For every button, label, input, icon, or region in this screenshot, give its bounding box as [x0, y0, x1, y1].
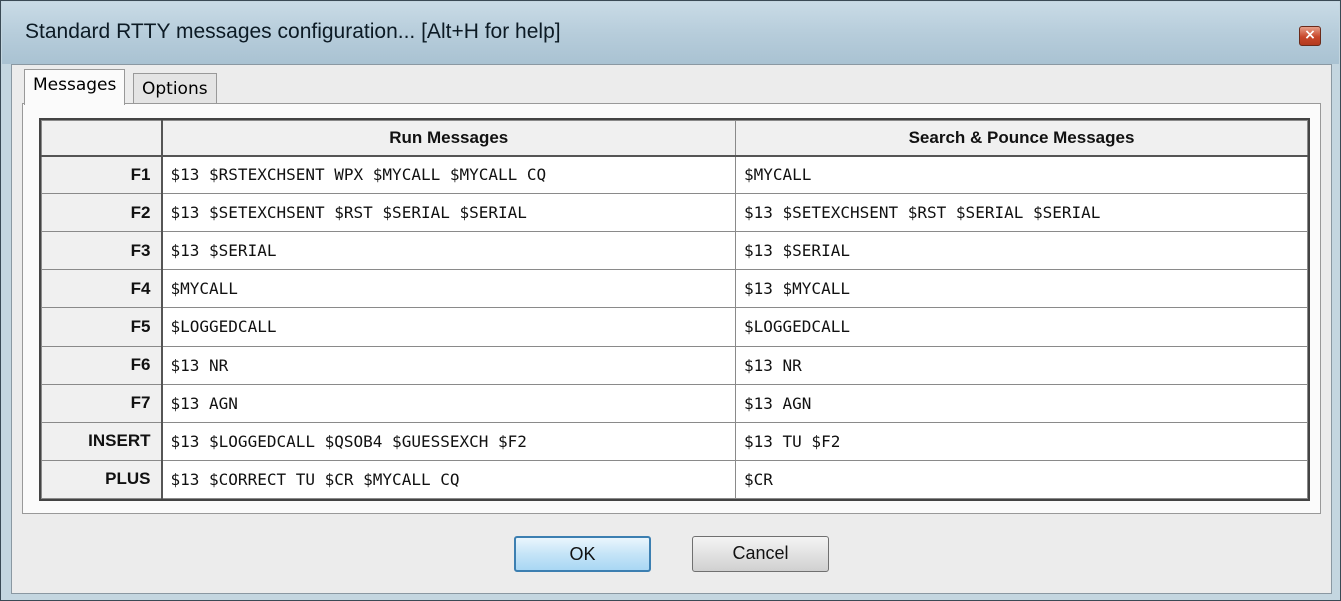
table-row: F1 $13 $RSTEXCHSENT WPX $MYCALL $MYCALL C… [41, 154, 1308, 195]
run-message-cell[interactable]: $13 NR [161, 345, 736, 385]
sp-message-cell[interactable]: $13 $SERIAL [735, 231, 1308, 271]
table-row: F2 $13 $SETEXCHSENT $RST $SERIAL $SERIAL $… [41, 193, 1308, 233]
run-message-cell[interactable]: $13 $SETEXCHSENT $RST $SERIAL $SERIAL [161, 193, 736, 233]
run-message-cell[interactable]: $MYCALL [161, 269, 736, 309]
sp-message-cell[interactable]: $13 NR [735, 345, 1308, 385]
title-bar[interactable]: Standard RTTY messages configuration... … [2, 2, 1339, 64]
grid-header-row: Run Messages Search & Pounce Messages [41, 120, 1308, 157]
run-message-cell[interactable]: $13 $SERIAL [161, 231, 736, 271]
close-button[interactable]: × [1299, 26, 1321, 46]
messages-grid: Run Messages Search & Pounce Messages F1… [39, 118, 1310, 501]
run-message-cell[interactable]: $13 AGN [161, 383, 736, 423]
row-key-label: F3 [41, 231, 163, 271]
sp-message-cell[interactable]: $13 $MYCALL [735, 269, 1308, 309]
row-key-label: F6 [41, 345, 163, 385]
run-message-cell[interactable]: $13 $LOGGEDCALL $QSOB4 $GUESSEXCH $F2 [161, 421, 736, 461]
cancel-button[interactable]: Cancel [692, 536, 829, 572]
row-key-label: F2 [41, 193, 163, 233]
row-key-label: INSERT [41, 421, 163, 461]
row-key-label: F5 [41, 307, 163, 347]
run-message-cell[interactable]: $LOGGEDCALL [161, 307, 736, 347]
sp-message-cell[interactable]: $MYCALL [735, 154, 1308, 195]
sp-message-cell[interactable]: $13 AGN [735, 383, 1308, 423]
table-row: F5 $LOGGEDCALL $LOGGEDCALL [41, 307, 1308, 347]
table-row: F6 $13 NR $13 NR [41, 345, 1308, 385]
messages-panel: Run Messages Search & Pounce Messages F1… [22, 103, 1321, 514]
row-key-label: F4 [41, 269, 163, 309]
window-title: Standard RTTY messages configuration... … [25, 20, 561, 43]
sp-message-cell[interactable]: $LOGGEDCALL [735, 307, 1308, 347]
sp-message-cell[interactable]: $13 TU $F2 [735, 421, 1308, 461]
run-message-cell[interactable]: $13 $RSTEXCHSENT WPX $MYCALL $MYCALL CQ [161, 154, 736, 195]
table-row: PLUS $13 $CORRECT TU $CR $MYCALL CQ $CR [41, 459, 1308, 500]
header-sp-messages: Search & Pounce Messages [735, 120, 1308, 157]
close-icon: × [1304, 27, 1316, 43]
table-row: INSERT $13 $LOGGEDCALL $QSOB4 $GUESSEXCH … [41, 421, 1308, 461]
sp-message-cell[interactable]: $13 $SETEXCHSENT $RST $SERIAL $SERIAL [735, 193, 1308, 233]
table-row: F4 $MYCALL $13 $MYCALL [41, 269, 1308, 309]
ok-button[interactable]: OK [514, 536, 651, 572]
row-key-label: PLUS [41, 459, 163, 500]
header-run-messages: Run Messages [161, 120, 736, 157]
table-row: F3 $13 $SERIAL $13 $SERIAL [41, 231, 1308, 271]
grid-corner-cell [41, 120, 163, 157]
tab-messages[interactable]: Messages [24, 69, 126, 105]
row-key-label: F1 [41, 154, 163, 195]
sp-message-cell[interactable]: $CR [735, 459, 1308, 500]
run-message-cell[interactable]: $13 $CORRECT TU $CR $MYCALL CQ [161, 459, 736, 500]
tab-options[interactable]: Options [133, 73, 217, 103]
table-row: F7 $13 AGN $13 AGN [41, 383, 1308, 423]
row-key-label: F7 [41, 383, 163, 423]
dialog-client-area: Messages Options Run Messages Search & P… [11, 64, 1332, 594]
dialog-window: Standard RTTY messages configuration... … [0, 0, 1341, 601]
